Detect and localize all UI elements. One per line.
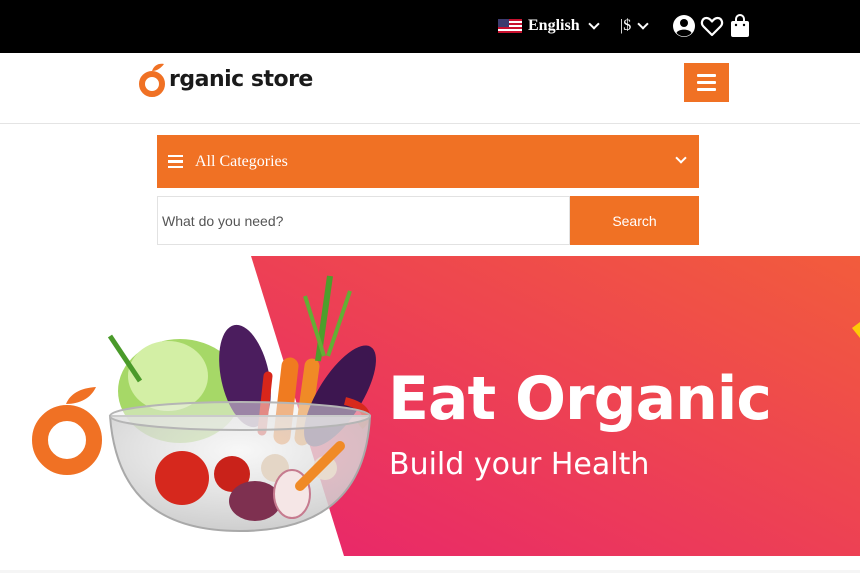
site-header: rganic store [0,53,860,124]
language-selector[interactable]: English [498,14,600,38]
search-input[interactable] [157,196,570,245]
language-label: English [528,17,580,34]
chevron-down-icon [675,152,687,164]
list-icon [168,154,183,169]
user-account-icon[interactable] [672,14,696,38]
hamburger-menu-icon [697,74,716,77]
logo-text: rganic store [169,66,313,92]
all-categories-label: All Categories [195,152,288,170]
currency-label: |$ [620,17,632,34]
currency-selector[interactable]: |$ [620,14,649,38]
shopping-bag-icon[interactable] [728,13,752,39]
orange-logo-icon [32,387,102,475]
search-button[interactable]: Search [570,196,699,245]
chevron-down-icon [637,18,649,30]
store-logo[interactable]: rganic store [138,59,313,99]
us-flag-icon [498,19,522,33]
all-categories-dropdown[interactable]: All Categories [157,135,699,188]
heart-icon[interactable] [700,14,724,38]
orange-o-logo-icon [139,63,165,97]
hero-banner[interactable]: Eat Organic Build your Health [0,256,860,556]
search-form: Search [157,196,699,245]
top-bar: English |$ [0,0,860,53]
banner-title: Eat Organic [388,364,772,434]
chevron-down-icon [587,18,600,30]
hamburger-menu-button[interactable] [684,63,729,102]
banner-subtitle: Build your Health [389,447,650,482]
